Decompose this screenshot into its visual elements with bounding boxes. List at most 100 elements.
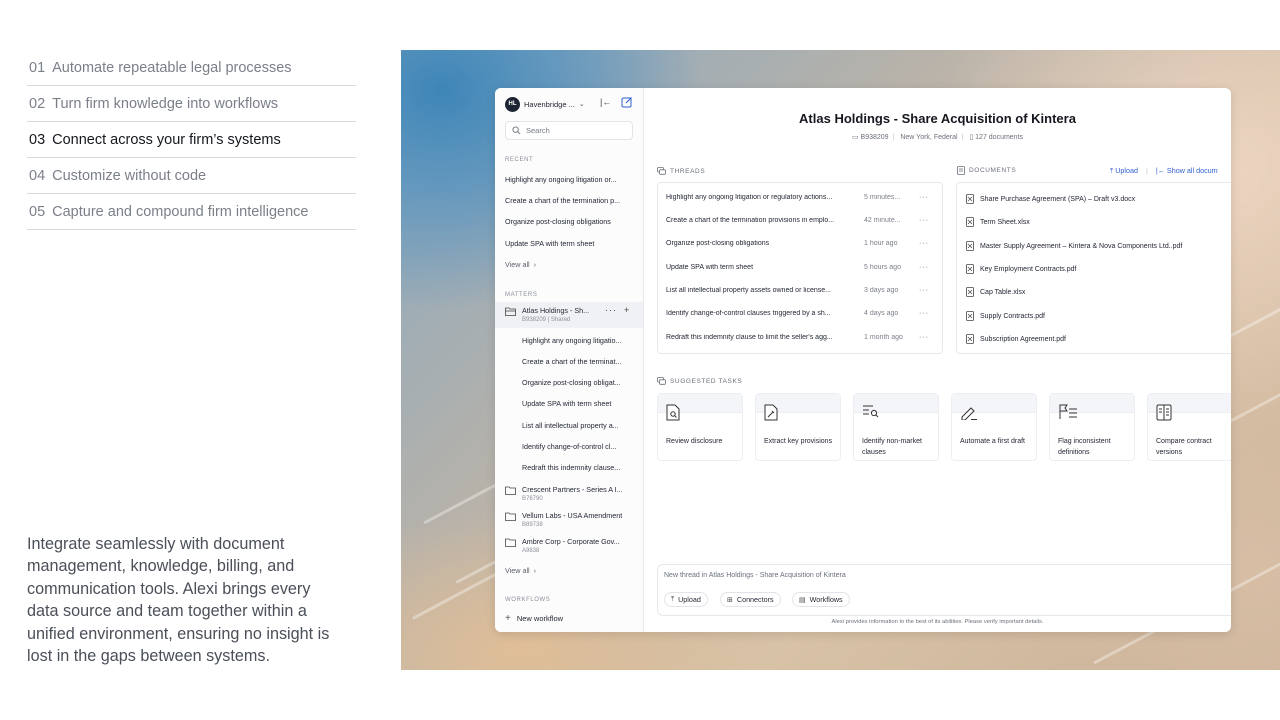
thread-row[interactable]: Highlight any ongoing litigation or regu… xyxy=(666,194,936,201)
suggested-tasks-label: SUGGESTED TASKS xyxy=(657,377,742,385)
document-icon xyxy=(957,166,965,175)
recent-item[interactable]: Create a chart of the termination p... xyxy=(505,196,635,205)
thread-row[interactable]: Create a chart of the termination provis… xyxy=(666,217,936,224)
more-icon[interactable]: ··· xyxy=(919,194,929,201)
matter-item[interactable]: Ambre Corp - Corporate Gov... A9838 xyxy=(505,537,632,554)
recent-section-label: RECENT xyxy=(505,157,534,163)
disclaimer: Alexi provides information to the best o… xyxy=(831,619,1044,625)
thread-composer[interactable]: New thread in Atlas Holdings - Share Acq… xyxy=(657,564,1231,616)
thread-row[interactable]: Organize post-closing obligations 1 hour … xyxy=(666,240,936,247)
upload-button[interactable]: ⤒ Upload xyxy=(664,592,708,607)
thread-row[interactable]: Update SPA with term sheet 5 hours ago ··· xyxy=(666,264,936,271)
collapse-sidebar-icon[interactable]: |← xyxy=(600,97,611,107)
chevron-right-icon: › xyxy=(531,566,537,575)
compare-icon xyxy=(1156,404,1172,421)
task-card[interactable]: Automate a first draft xyxy=(951,393,1037,461)
new-workflow-button[interactable]: + New workflow xyxy=(505,613,563,624)
chat-icon xyxy=(657,167,666,175)
documents-label-text: DOCUMENTS xyxy=(969,167,1017,174)
document-row[interactable]: Subscription Agreement.pdf xyxy=(966,334,1066,344)
pen-icon xyxy=(961,407,977,420)
recent-item[interactable]: Update SPA with term sheet xyxy=(505,239,635,248)
workflows-icon: ▤ xyxy=(799,596,806,604)
thread-title: Create a chart of the termination provis… xyxy=(666,217,835,224)
feature-item-2[interactable]: 02 Turn firm knowledge into workflows xyxy=(27,86,356,122)
more-icon[interactable]: ··· xyxy=(919,334,929,341)
more-icon[interactable]: ··· xyxy=(919,310,929,317)
document-actions: ⤒ Upload | |← Show all docum xyxy=(1110,166,1226,176)
documents-icon: ▯ xyxy=(969,134,974,141)
document-count: 127 documents xyxy=(975,134,1024,141)
document-row[interactable]: Cap Table.xlsx xyxy=(966,287,1025,297)
thread-title: Organize post-closing obligations xyxy=(666,240,770,247)
task-card[interactable]: Compare contract versions xyxy=(1147,393,1231,461)
thread-row[interactable]: Identify change-of-control clauses trigg… xyxy=(666,310,936,317)
upload-button-label: Upload xyxy=(678,595,701,604)
document-row[interactable]: Share Purchase Agreement (SPA) – Draft v… xyxy=(966,194,1135,204)
upload-link[interactable]: ⤒ Upload xyxy=(1110,166,1138,175)
task-card[interactable]: Flag inconsistent definitions xyxy=(1049,393,1135,461)
list-search-icon xyxy=(863,405,879,418)
more-icon[interactable]: ··· xyxy=(605,305,617,315)
matter-thread-item[interactable]: List all intellectual property a... xyxy=(522,421,634,430)
workflows-button[interactable]: ▤ Workflows xyxy=(792,592,850,607)
more-icon[interactable]: ··· xyxy=(919,240,929,247)
recent-item[interactable]: Organize post-closing obligations xyxy=(505,217,635,226)
view-all-matters-link[interactable]: View all › xyxy=(505,566,536,575)
matter-thread-item[interactable]: Identify change-of-control cl... xyxy=(522,442,634,451)
feature-item-3[interactable]: 03 Connect across your firm’s systems xyxy=(27,122,356,158)
document-row[interactable]: Term Sheet.xlsx xyxy=(966,217,1030,227)
plus-icon[interactable]: + xyxy=(624,305,630,315)
view-all-label: View all xyxy=(505,566,530,575)
chevron-down-icon: ⌄ xyxy=(578,101,585,108)
matter-thread-item[interactable]: Redraft this indemnity clause... xyxy=(522,463,634,472)
plus-icon: + xyxy=(505,613,511,624)
connectors-button[interactable]: ⊞ Connectors xyxy=(720,592,781,607)
recent-item[interactable]: Highlight any ongoing litigation or... xyxy=(505,175,635,184)
task-card[interactable]: Extract key provisions xyxy=(755,393,841,461)
search-input[interactable]: Search xyxy=(505,121,633,140)
document-row[interactable]: Key Employment Contracts.pdf xyxy=(966,264,1077,274)
feature-num: 01 xyxy=(29,59,46,76)
matter-item-active[interactable]: Atlas Holdings - Sh... B938209 | Shared xyxy=(505,306,602,323)
thread-row[interactable]: List all intellectual property assets ow… xyxy=(666,287,936,294)
view-all-recent-link[interactable]: View all › xyxy=(505,260,536,269)
matter-thread-item[interactable]: Highlight any ongoing litigatio... xyxy=(522,336,634,345)
task-card[interactable]: Identify non-market clauses xyxy=(853,393,939,461)
document-row[interactable]: Supply Contracts.pdf xyxy=(966,311,1045,321)
task-card[interactable]: Review disclosure xyxy=(657,393,743,461)
matter-thread-item[interactable]: Update SPA with term sheet xyxy=(522,399,634,408)
upload-icon: ⤒ xyxy=(671,595,675,603)
workspace-name: Havenbridge ... xyxy=(524,99,575,109)
chat-icon xyxy=(657,377,666,385)
document-name: Cap Table.xlsx xyxy=(980,288,1026,296)
matter-subtitle: B76790 xyxy=(522,496,543,502)
document-name: Master Supply Agreement – Kintera & Nova… xyxy=(980,242,1183,250)
more-icon[interactable]: ··· xyxy=(919,264,929,271)
feature-item-1[interactable]: 01 Automate repeatable legal processes xyxy=(27,50,356,86)
thread-time: 1 hour ago xyxy=(864,240,898,247)
upload-link-label: Upload xyxy=(1115,166,1138,175)
matter-subtitle: B89738 xyxy=(522,522,543,528)
thread-time: 3 days ago xyxy=(864,287,899,294)
matter-item[interactable]: Crescent Partners - Series A I... B76790 xyxy=(505,485,632,502)
matter-actions: ··· + xyxy=(605,305,630,315)
more-icon[interactable]: ··· xyxy=(919,287,929,294)
matter-item[interactable]: Vellum Labs - USA Amendment B89738 xyxy=(505,511,632,528)
more-icon[interactable]: ··· xyxy=(919,217,929,224)
document-name: Key Employment Contracts.pdf xyxy=(980,265,1077,273)
connectors-button-label: Connectors xyxy=(736,595,774,604)
compose-icon[interactable] xyxy=(621,96,633,108)
feature-item-4[interactable]: 04 Customize without code xyxy=(27,158,356,194)
thread-row[interactable]: Redraft this indemnity clause to limit t… xyxy=(666,334,936,341)
workspace-switcher[interactable]: HL Havenbridge ... ⌄ xyxy=(505,96,585,112)
show-all-documents-link[interactable]: |← Show all docum xyxy=(1156,166,1218,175)
suggested-tasks-label-text: SUGGESTED TASKS xyxy=(670,377,743,385)
matter-thread-item[interactable]: Create a chart of the terminat... xyxy=(522,357,634,366)
threads-label: THREADS xyxy=(657,167,705,175)
matter-thread-item[interactable]: Organize post-closing obligat... xyxy=(522,378,634,387)
document-row[interactable]: Master Supply Agreement – Kintera & Nova… xyxy=(966,241,1182,251)
file-icon xyxy=(966,217,974,227)
feature-item-5[interactable]: 05 Capture and compound firm intelligence xyxy=(27,194,356,230)
feature-label: Automate repeatable legal processes xyxy=(52,59,292,76)
